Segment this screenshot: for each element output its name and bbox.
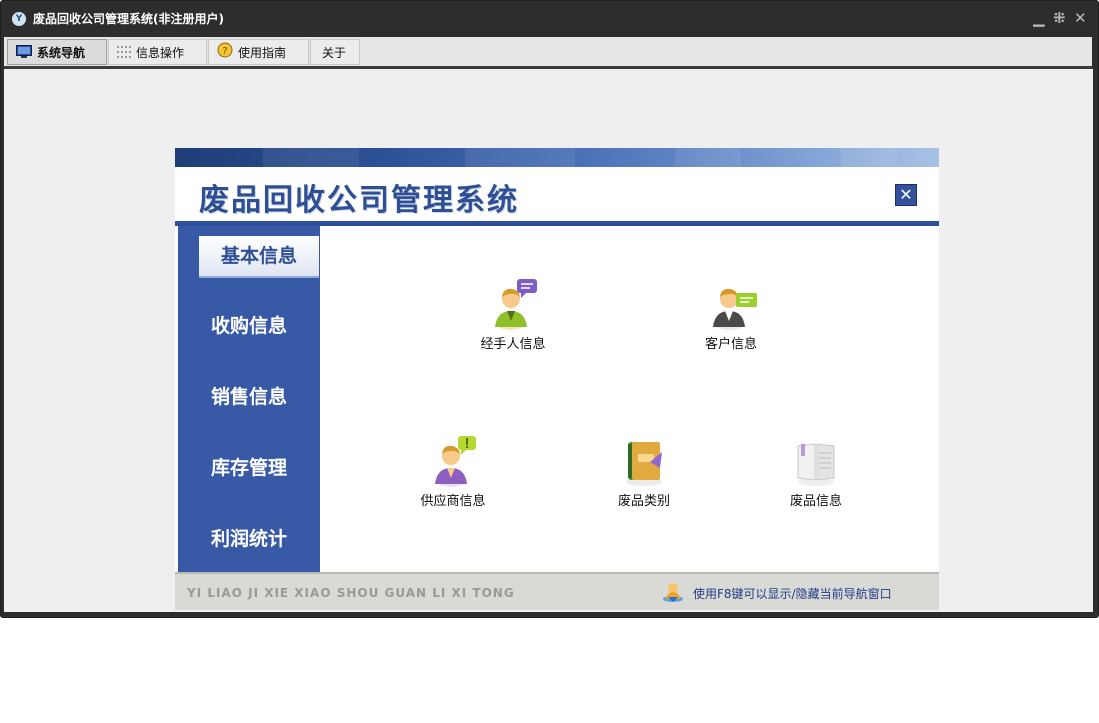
app-label: 客户信息 (704, 337, 757, 352)
close-icon[interactable]: ✕ (1074, 9, 1087, 27)
menu-label: 关于 (322, 46, 347, 60)
sidebar-item-basic-info[interactable]: 基本信息 (199, 236, 319, 278)
title-bar[interactable]: Y 废品回收公司管理系统(非注册用户) ▁ ⁜ ✕ (1, 1, 1098, 36)
person-alert-icon (425, 432, 481, 488)
footer-hint: 使用F8键可以显示/隐藏当前导航窗口 (693, 587, 892, 601)
category-sidebar: 基本信息 收购信息 销售信息 库存管理 利润统计 (178, 226, 320, 572)
grid-icon (117, 41, 131, 67)
panel-title: 废品回收公司管理系统 (199, 183, 519, 218)
svg-text:?: ? (222, 46, 227, 57)
user-download-icon (661, 581, 685, 603)
restore-icon[interactable]: ⁜ (1053, 9, 1066, 27)
sidebar-item-purchase-info[interactable]: 收购信息 (178, 306, 320, 346)
window-title: 废品回收公司管理系统(非注册用户) (33, 12, 224, 26)
app-customer-info[interactable]: 客户信息 (671, 275, 791, 352)
footer-pinyin: YI LIAO JI XIE XIAO SHOU GUAN LI XI TONG (187, 586, 515, 600)
app-waste-category[interactable]: 废品类别 (584, 432, 704, 509)
menu-info-ops[interactable]: 信息操作 (108, 39, 207, 65)
menu-label: 使用指南 (238, 46, 287, 60)
menu-label: 信息操作 (136, 46, 185, 60)
notebook-icon (616, 432, 672, 488)
header-stripe (175, 148, 939, 167)
sidebar-item-profit-stats[interactable]: 利润统计 (178, 519, 320, 559)
menu-label: 系统导航 (37, 46, 86, 60)
person-card-icon (703, 275, 759, 331)
menu-about[interactable]: 关于 (310, 39, 360, 65)
sidebar-item-sales-info[interactable]: 销售信息 (178, 377, 320, 417)
person-chat-icon (485, 275, 541, 331)
app-label: 废品信息 (789, 494, 842, 509)
app-handler-info[interactable]: 经手人信息 (453, 275, 573, 352)
app-supplier-info[interactable]: 供应商信息 (393, 432, 513, 509)
sidebar-item-inventory[interactable]: 库存管理 (178, 448, 320, 488)
menu-user-guide[interactable]: ? 使用指南 (208, 39, 309, 65)
menu-bar: 系统导航 信息操作 ? 使用指南 关于 (4, 37, 1092, 69)
app-label: 供应商信息 (420, 494, 486, 509)
navigation-panel: 废品回收公司管理系统 ✕ 基本信息 收购信息 销售信息 库存管理 利润统计 经手… (175, 148, 939, 610)
app-label: 废品类别 (617, 494, 670, 509)
panel-footer: YI LIAO JI XIE XIAO SHOU GUAN LI XI TONG… (175, 572, 939, 610)
close-mail-icon[interactable]: ✕ (895, 184, 917, 206)
app-label: 经手人信息 (480, 337, 546, 352)
help-circle-icon: ? (217, 41, 233, 67)
book-icon (788, 432, 844, 488)
app-logo-icon: Y (12, 12, 26, 26)
monitor-icon (16, 41, 32, 67)
minimize-icon[interactable]: ▁ (1033, 9, 1045, 27)
menu-system-nav[interactable]: 系统导航 (7, 39, 107, 65)
app-waste-info[interactable]: 废品信息 (756, 432, 876, 509)
